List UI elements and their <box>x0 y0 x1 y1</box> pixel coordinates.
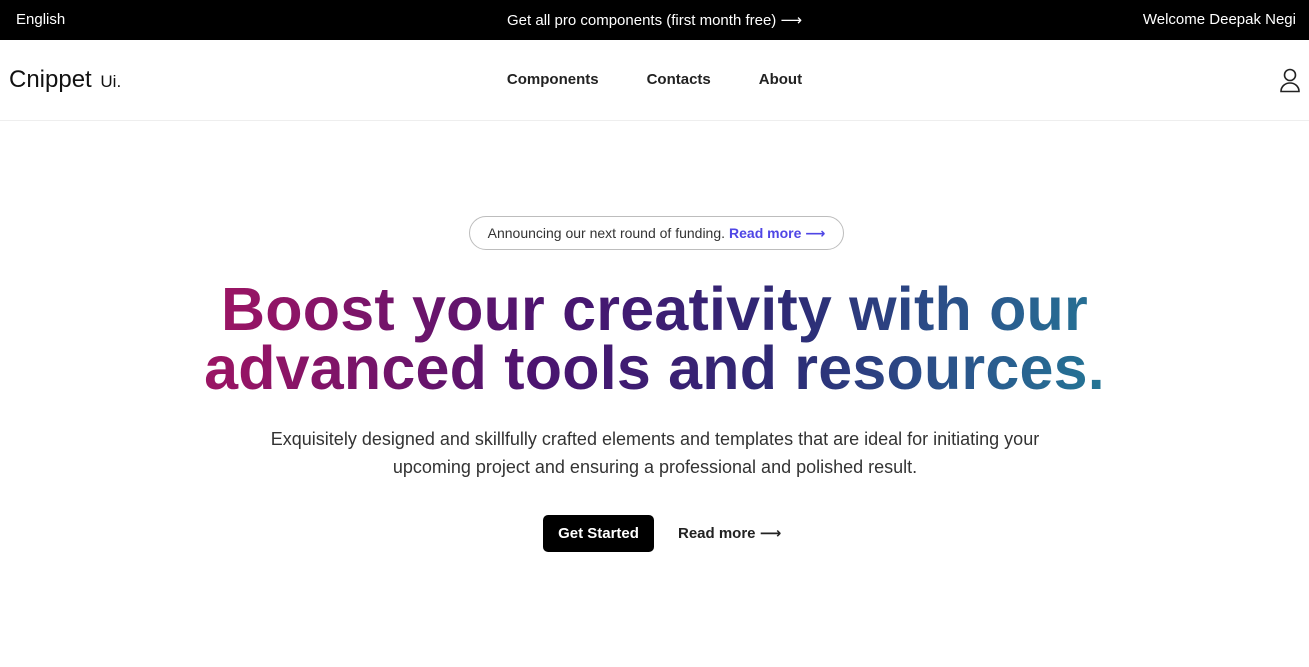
logo-main: Cnippet <box>9 66 92 93</box>
user-account-button[interactable] <box>1279 67 1301 93</box>
promo-banner: Get all pro components (first month free… <box>0 11 1309 29</box>
read-more-link[interactable]: Read more ⟶ <box>678 524 781 542</box>
language-selector[interactable]: English <box>16 11 65 28</box>
welcome-message: Welcome Deepak Negi <box>1142 11 1296 28</box>
promo-link[interactable]: Get all pro components (first month free… <box>507 12 802 29</box>
logo[interactable]: Cnippet Ui. <box>9 66 121 94</box>
hero-subtitle-line1: Exquisitely designed and skillfully craf… <box>270 429 1040 449</box>
user-icon <box>1280 68 1300 93</box>
nav-contacts[interactable]: Contacts <box>647 71 711 88</box>
hero-title-line2: advanced tools and resources. <box>204 334 1105 402</box>
announcement-pill: Announcing our next round of funding. Re… <box>469 216 844 250</box>
site-header: Cnippet Ui. Components Contacts About <box>0 40 1309 121</box>
announcement-bar: English Get all pro components (first mo… <box>0 0 1309 40</box>
announcement-read-more-link[interactable]: Read more ⟶ <box>729 225 825 242</box>
logo-suffix: Ui. <box>100 72 122 91</box>
hero-title: Boost your creativity with our advanced … <box>0 280 1309 398</box>
announcement-text: Announcing our next round of funding. <box>487 225 726 241</box>
hero-subtitle: Exquisitely designed and skillfully craf… <box>230 425 1080 481</box>
nav-components[interactable]: Components <box>507 71 599 88</box>
get-started-button[interactable]: Get Started <box>543 515 654 552</box>
main-nav: Components Contacts About <box>0 71 1309 88</box>
nav-about[interactable]: About <box>759 71 802 88</box>
hero-title-line1: Boost your creativity with our <box>221 275 1088 343</box>
hero-subtitle-line2: upcoming project and ensuring a professi… <box>392 457 918 477</box>
